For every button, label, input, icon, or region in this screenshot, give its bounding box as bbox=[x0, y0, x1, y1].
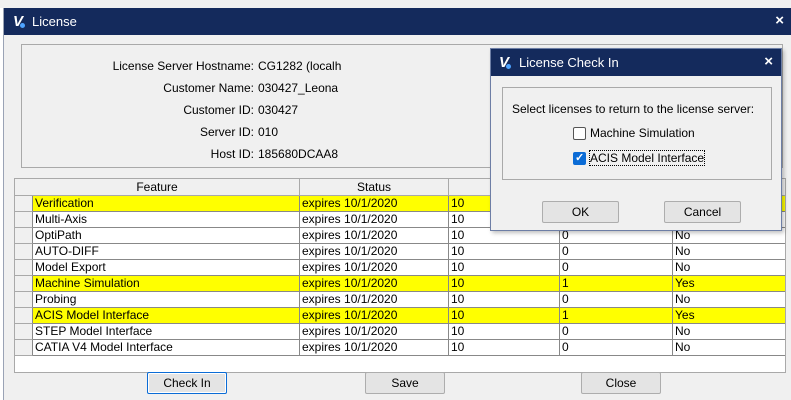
checkbox-icon[interactable] bbox=[573, 151, 586, 165]
cell-checked-out[interactable]: No bbox=[673, 292, 785, 308]
cancel-button[interactable]: Cancel bbox=[664, 201, 741, 223]
vericut-v-logo-icon: V bbox=[13, 13, 25, 30]
cell-checked-out[interactable]: No bbox=[673, 260, 785, 276]
cell-in-use[interactable]: 0 bbox=[560, 324, 673, 340]
cell-feature[interactable]: Multi-Axis bbox=[33, 212, 300, 228]
table-row[interactable]: STEP Model Interface expires 10/1/2020 10 0… bbox=[15, 324, 785, 340]
cell-feature[interactable]: CATIA V4 Model Interface bbox=[33, 340, 300, 356]
table-row[interactable]: Machine Simulation expires 10/1/2020 10 1 Ye… bbox=[15, 276, 785, 292]
cell-feature[interactable]: AUTO-DIFF bbox=[33, 244, 300, 260]
cell-status[interactable]: expires 10/1/2020 bbox=[300, 228, 449, 244]
row-header[interactable] bbox=[15, 308, 33, 324]
check-in-button[interactable]: Check In bbox=[147, 372, 227, 394]
cell-feature[interactable]: Machine Simulation bbox=[33, 276, 300, 292]
cell-feature[interactable]: ACIS Model Interface bbox=[33, 308, 300, 324]
cell-total[interactable]: 10 bbox=[449, 292, 560, 308]
cell-total[interactable]: 10 bbox=[449, 308, 560, 324]
license-window-title: License bbox=[32, 14, 77, 29]
cell-in-use[interactable]: 0 bbox=[560, 260, 673, 276]
cell-in-use[interactable]: 0 bbox=[560, 244, 673, 260]
close-icon[interactable]: × bbox=[775, 12, 784, 29]
cell-in-use[interactable]: 0 bbox=[560, 292, 673, 308]
option-label: Machine Simulation bbox=[590, 126, 695, 140]
cell-status[interactable]: expires 10/1/2020 bbox=[300, 324, 449, 340]
row-header[interactable] bbox=[15, 196, 33, 212]
cell-checked-out[interactable]: Yes bbox=[673, 276, 785, 292]
checkbox-icon[interactable] bbox=[573, 127, 586, 140]
dialog-prompt: Select licenses to return to the license… bbox=[512, 102, 755, 116]
cell-status[interactable]: expires 10/1/2020 bbox=[300, 196, 449, 212]
cell-total[interactable]: 10 bbox=[449, 324, 560, 340]
info-value: CG1282 (localh bbox=[258, 59, 342, 73]
info-label: Customer ID: bbox=[183, 103, 254, 117]
cell-total[interactable]: 10 bbox=[449, 340, 560, 356]
background-window-strip bbox=[0, 0, 791, 8]
dialog-title: License Check In bbox=[519, 55, 619, 70]
row-header[interactable] bbox=[15, 228, 33, 244]
column-header-feature[interactable]: Feature bbox=[15, 179, 300, 196]
dialog-options-panel: Select licenses to return to the license… bbox=[502, 87, 772, 180]
info-label: Host ID: bbox=[210, 147, 254, 161]
cell-total[interactable]: 10 bbox=[449, 260, 560, 276]
table-row[interactable]: Probing expires 10/1/2020 10 0 No bbox=[15, 292, 785, 308]
table-row[interactable]: AUTO-DIFF expires 10/1/2020 10 0 No bbox=[15, 244, 785, 260]
row-header[interactable] bbox=[15, 260, 33, 276]
row-header[interactable] bbox=[15, 324, 33, 340]
cell-checked-out[interactable]: Yes bbox=[673, 308, 785, 324]
row-header[interactable] bbox=[15, 244, 33, 260]
cell-in-use[interactable]: 0 bbox=[560, 340, 673, 356]
column-header-status[interactable]: Status bbox=[300, 179, 449, 196]
cell-in-use[interactable]: 1 bbox=[560, 308, 673, 324]
row-header[interactable] bbox=[15, 212, 33, 228]
cell-status[interactable]: expires 10/1/2020 bbox=[300, 244, 449, 260]
cell-feature[interactable]: OptiPath bbox=[33, 228, 300, 244]
dialog-titlebar: V License Check In × bbox=[491, 49, 781, 76]
cell-feature[interactable]: Verification bbox=[33, 196, 300, 212]
cell-checked-out[interactable]: No bbox=[673, 324, 785, 340]
vericut-v-logo-icon: V bbox=[499, 54, 511, 71]
cell-status[interactable]: expires 10/1/2020 bbox=[300, 340, 449, 356]
cell-in-use[interactable]: 1 bbox=[560, 276, 673, 292]
cell-status[interactable]: expires 10/1/2020 bbox=[300, 212, 449, 228]
table-row[interactable]: CATIA V4 Model Interface expires 10/1/202… bbox=[15, 340, 785, 356]
info-label: Server ID: bbox=[199, 125, 254, 139]
cell-status[interactable]: expires 10/1/2020 bbox=[300, 260, 449, 276]
cell-feature[interactable]: STEP Model Interface bbox=[33, 324, 300, 340]
license-titlebar: V License × bbox=[4, 8, 791, 35]
close-icon[interactable]: × bbox=[764, 53, 773, 70]
row-header[interactable] bbox=[15, 340, 33, 356]
cell-checked-out[interactable]: No bbox=[673, 340, 785, 356]
cell-total[interactable]: 10 bbox=[449, 244, 560, 260]
table-row[interactable]: ACIS Model Interface expires 10/1/2020 10 1… bbox=[15, 308, 785, 324]
cell-status[interactable]: expires 10/1/2020 bbox=[300, 276, 449, 292]
license-check-in-dialog: V License Check In × Select licenses to … bbox=[490, 48, 782, 231]
cell-feature[interactable]: Probing bbox=[33, 292, 300, 308]
row-header[interactable] bbox=[15, 292, 33, 308]
info-label: Customer Name: bbox=[163, 81, 254, 95]
row-header[interactable] bbox=[15, 276, 33, 292]
info-value: 030427_Leona bbox=[258, 81, 339, 95]
close-button[interactable]: Close bbox=[581, 372, 661, 394]
ok-button[interactable]: OK bbox=[542, 201, 619, 223]
info-value: 010 bbox=[258, 125, 279, 139]
cell-status[interactable]: expires 10/1/2020 bbox=[300, 292, 449, 308]
info-label: License Server Hostname: bbox=[112, 59, 254, 73]
cell-feature[interactable]: Model Export bbox=[33, 260, 300, 276]
save-button[interactable]: Save bbox=[365, 372, 445, 394]
cell-status[interactable]: expires 10/1/2020 bbox=[300, 308, 449, 324]
option-label: ACIS Model Interface bbox=[588, 150, 706, 166]
info-value: 030427 bbox=[258, 103, 299, 117]
info-value: 185680DCAA8 bbox=[258, 147, 339, 161]
cell-total[interactable]: 10 bbox=[449, 276, 560, 292]
table-row[interactable]: Model Export expires 10/1/2020 10 0 No bbox=[15, 260, 785, 276]
cell-checked-out[interactable]: No bbox=[673, 244, 785, 260]
